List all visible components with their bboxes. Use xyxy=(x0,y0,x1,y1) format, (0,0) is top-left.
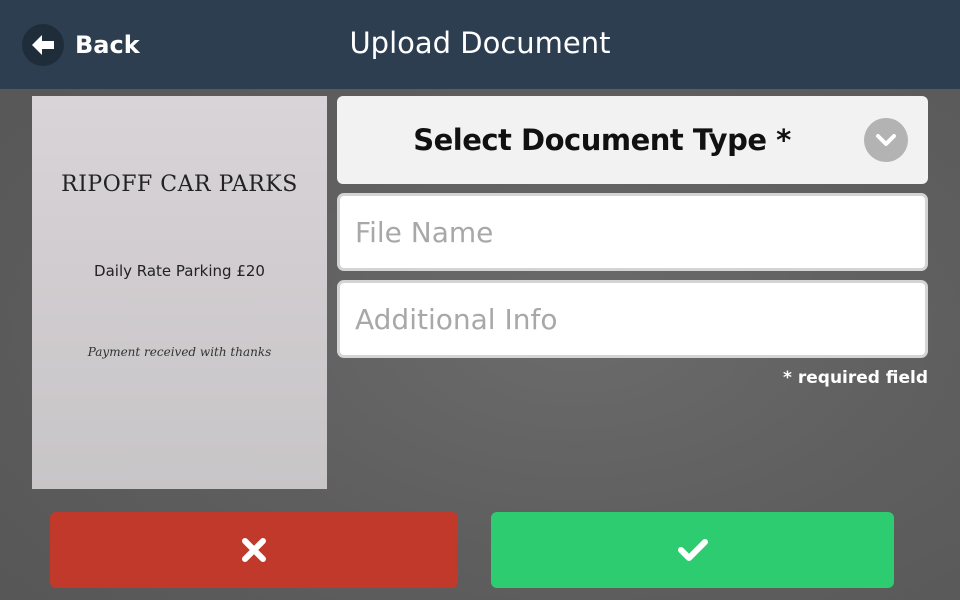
document-preview-rate: Daily Rate Parking £20 xyxy=(94,262,265,280)
document-type-label: Select Document Type * xyxy=(413,123,791,157)
required-field-note: * required field xyxy=(783,368,928,388)
chevron-down-icon xyxy=(864,118,908,162)
document-type-select[interactable]: Select Document Type * xyxy=(337,96,928,184)
close-icon xyxy=(242,538,266,562)
check-icon xyxy=(677,539,708,561)
file-name-input[interactable] xyxy=(337,193,928,271)
document-preview-footer: Payment received with thanks xyxy=(87,345,272,359)
header-bar: Back Upload Document xyxy=(0,0,960,89)
page-title: Upload Document xyxy=(349,26,611,60)
cancel-button[interactable] xyxy=(50,512,458,588)
document-preview-title: RIPOFF CAR PARKS xyxy=(61,172,298,197)
confirm-button[interactable] xyxy=(491,512,894,588)
document-preview-image: RIPOFF CAR PARKS Daily Rate Parking £20 … xyxy=(32,96,327,489)
additional-info-input[interactable] xyxy=(337,280,928,358)
